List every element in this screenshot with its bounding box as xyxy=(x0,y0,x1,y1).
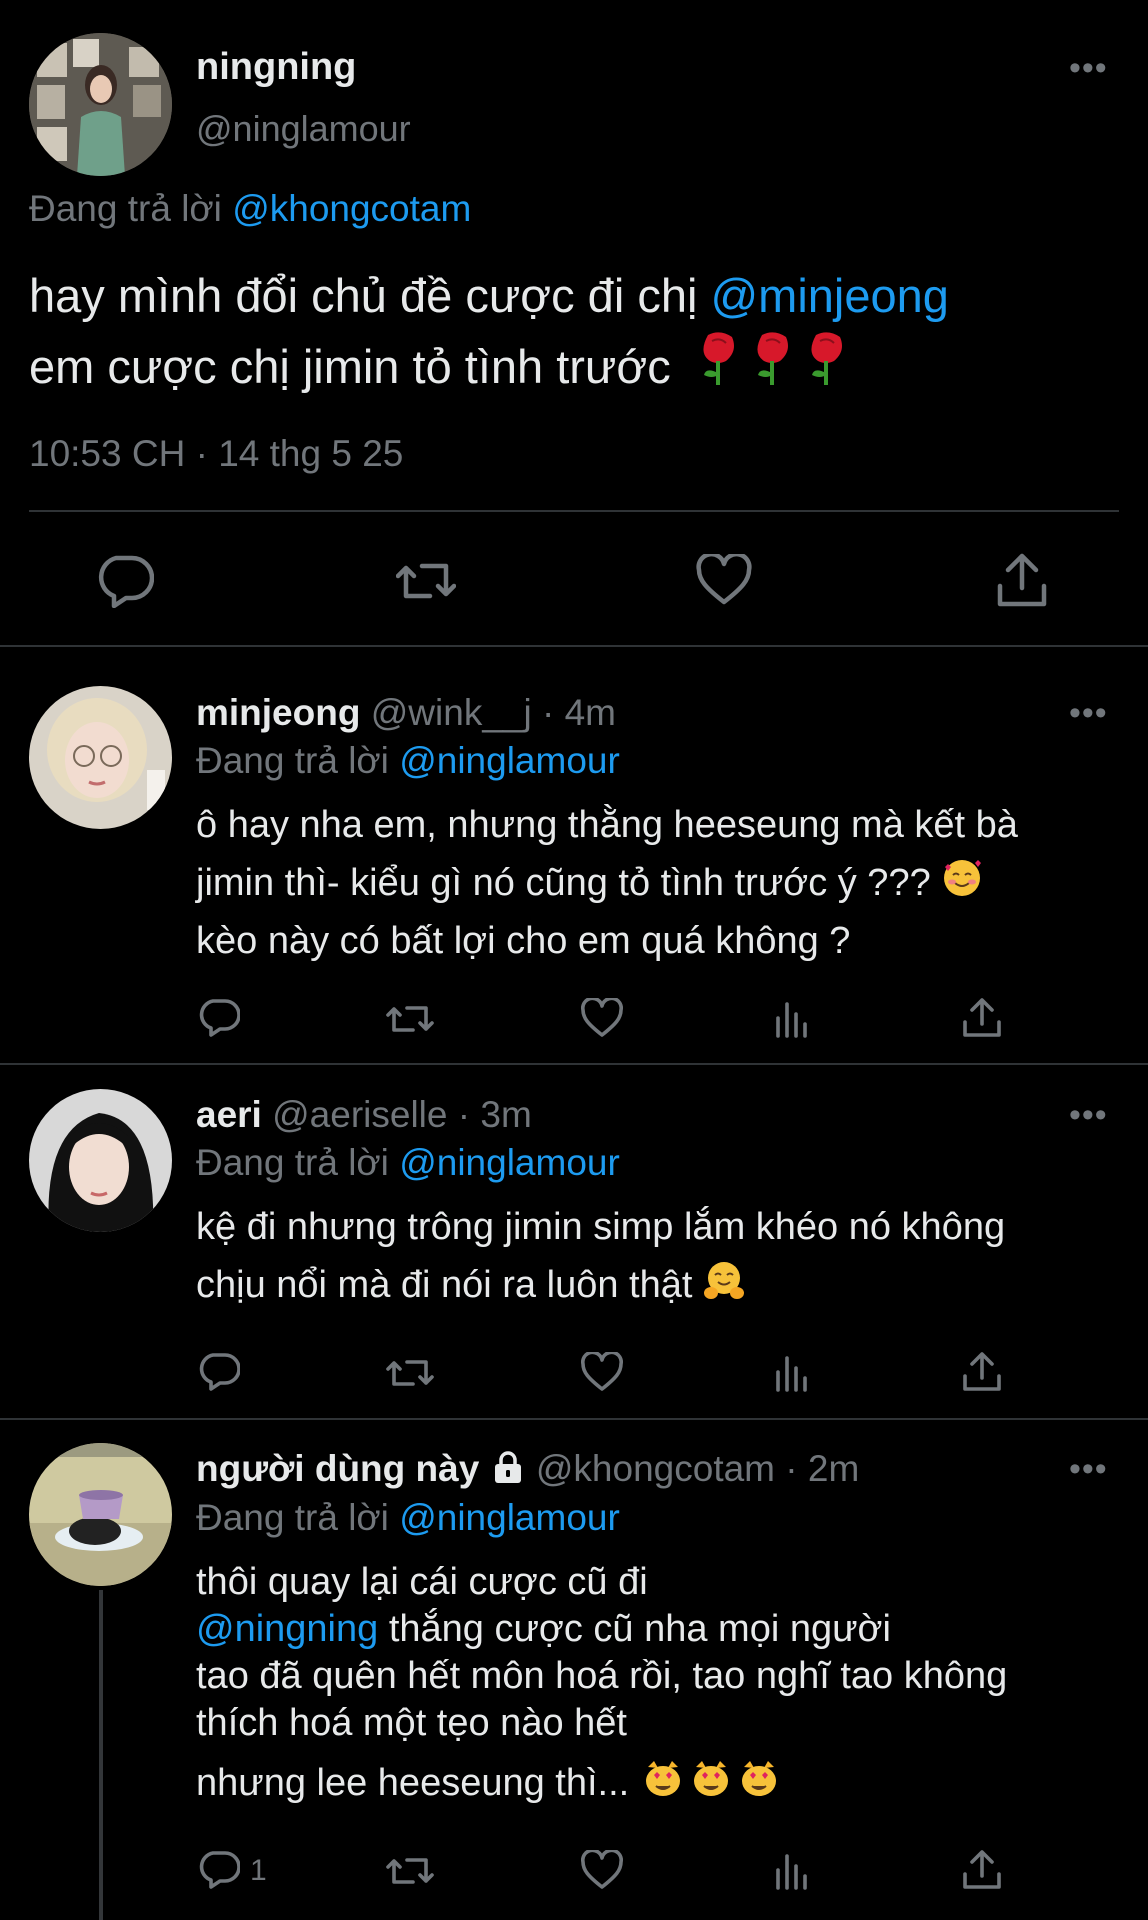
replying-to-handle[interactable]: @khongcotam xyxy=(232,188,471,229)
share-icon[interactable] xyxy=(962,996,1002,1038)
retweet-icon[interactable] xyxy=(386,1000,434,1038)
reply-text: kệ đi nhưng trông jimin simp lắm khéo nó… xyxy=(196,1198,1146,1314)
analytics-icon[interactable] xyxy=(774,1000,810,1038)
reply-time[interactable]: · 2m xyxy=(785,1448,859,1489)
replying-to: Đang trả lời @ninglamour xyxy=(196,1142,620,1184)
thread-line xyxy=(99,1590,103,1920)
divider xyxy=(0,645,1148,647)
reply-line: jimin thì- kiểu gì nó cũng tỏ tình trước… xyxy=(196,862,931,904)
reply-icon[interactable] xyxy=(198,1352,240,1392)
more-horizontal-icon[interactable]: ••• xyxy=(1069,51,1108,85)
author-handle[interactable]: @ninglamour xyxy=(196,108,411,150)
author-name[interactable]: ningning xyxy=(196,46,356,89)
rose-emojis xyxy=(684,332,854,393)
replying-to: Đang trả lời @ninglamour xyxy=(196,740,620,782)
tweet-text-part1: hay mình đổi chủ đề cược đi chị xyxy=(29,269,698,322)
reply-line: thôi quay lại cái cược cũ đi xyxy=(196,1561,648,1603)
avatar[interactable] xyxy=(29,1443,172,1586)
divider xyxy=(0,1063,1148,1065)
author-name[interactable]: aeri xyxy=(196,1094,262,1135)
retweet-icon[interactable] xyxy=(386,1852,434,1890)
author-handle[interactable]: @aeriselle xyxy=(272,1094,447,1135)
mention-link[interactable]: @ningning xyxy=(196,1608,378,1650)
author-name[interactable]: người dùng này xyxy=(196,1448,479,1489)
replying-to-handle[interactable]: @ninglamour xyxy=(399,740,620,781)
replying-to-handle[interactable]: @ninglamour xyxy=(399,1497,620,1538)
retweet-icon[interactable] xyxy=(396,556,456,606)
reply-line: chịu nổi mà đi nói ra luôn thật xyxy=(196,1264,693,1306)
reply-line: kệ đi nhưng trông jimin simp lắm khéo nó… xyxy=(196,1206,1006,1248)
heart-eyes-cat-emojis xyxy=(645,1761,776,1796)
replying-prefix: Đang trả lời xyxy=(196,1142,389,1183)
analytics-icon[interactable] xyxy=(774,1852,810,1890)
share-icon[interactable] xyxy=(962,1350,1002,1392)
tweet-text-part2: em cược chị jimin tỏ tình trước xyxy=(29,340,671,393)
replying-to-handle[interactable]: @ninglamour xyxy=(399,1142,620,1183)
lock-icon xyxy=(494,1451,521,1483)
avatar[interactable] xyxy=(29,1089,172,1232)
reply-icon[interactable] xyxy=(198,998,240,1038)
like-icon[interactable] xyxy=(580,1850,624,1890)
mention-link[interactable]: @minjeong xyxy=(710,269,948,322)
share-icon[interactable] xyxy=(962,1848,1002,1890)
share-icon[interactable] xyxy=(996,552,1048,608)
reply-time[interactable]: · 3m xyxy=(458,1094,532,1135)
smiling-hearts-emoji xyxy=(944,860,982,896)
avatar[interactable] xyxy=(29,686,172,829)
reply-line: kèo này có bất lợi cho em quá không ? xyxy=(196,920,851,962)
reply-header: minjeong @wink__j · 4m xyxy=(196,692,616,734)
reply-icon[interactable] xyxy=(198,1850,240,1890)
author-name[interactable]: minjeong xyxy=(196,692,360,733)
replying-prefix: Đang trả lời xyxy=(196,1497,389,1538)
reply-line: tao đã quên hết môn hoá rồi, tao nghĩ ta… xyxy=(196,1655,1008,1697)
more-horizontal-icon[interactable]: ••• xyxy=(1069,696,1108,730)
author-handle[interactable]: @wink__j xyxy=(371,692,532,733)
replying-to: Đang trả lời @ninglamour xyxy=(196,1497,620,1539)
retweet-icon[interactable] xyxy=(386,1354,434,1392)
reply-icon[interactable] xyxy=(96,554,154,608)
reply-header: aeri @aeriselle · 3m xyxy=(196,1094,532,1136)
reply-line: nhưng lee heeseung thì... xyxy=(196,1762,630,1804)
more-horizontal-icon[interactable]: ••• xyxy=(1069,1452,1108,1486)
avatar[interactable] xyxy=(29,33,172,176)
like-icon[interactable] xyxy=(580,1352,624,1392)
tweet-text: hay mình đổi chủ đề cược đi chị @minjeon… xyxy=(29,260,1119,402)
like-icon[interactable] xyxy=(696,554,752,606)
replying-prefix: Đang trả lời xyxy=(29,188,222,229)
reply-line: thích hoá một tẹo nào hết xyxy=(196,1702,627,1744)
replying-prefix: Đang trả lời xyxy=(196,740,389,781)
like-icon[interactable] xyxy=(580,998,624,1038)
analytics-icon[interactable] xyxy=(774,1354,810,1392)
author-handle[interactable]: @khongcotam xyxy=(536,1448,775,1489)
reply-time[interactable]: · 4m xyxy=(542,692,616,733)
more-horizontal-icon[interactable]: ••• xyxy=(1069,1098,1108,1132)
reply-header: người dùng này @khongcotam · 2m xyxy=(196,1448,859,1490)
replying-to: Đang trả lời @khongcotam xyxy=(29,188,471,230)
hugging-face-emoji xyxy=(703,1262,744,1299)
divider xyxy=(29,510,1119,512)
reply-text: ô hay nha em, nhưng thằng heeseung mà kế… xyxy=(196,796,1146,970)
reply-line: ô hay nha em, nhưng thằng heeseung mà kế… xyxy=(196,804,1018,846)
tweet-timestamp[interactable]: 10:53 CH · 14 thg 5 25 xyxy=(29,433,403,475)
reply-line: thắng cược cũ nha mọi người xyxy=(378,1608,891,1650)
divider xyxy=(0,1418,1148,1420)
reply-count: 1 xyxy=(250,1854,267,1887)
reply-text: thôi quay lại cái cược cũ đi @ningning t… xyxy=(196,1559,1146,1807)
